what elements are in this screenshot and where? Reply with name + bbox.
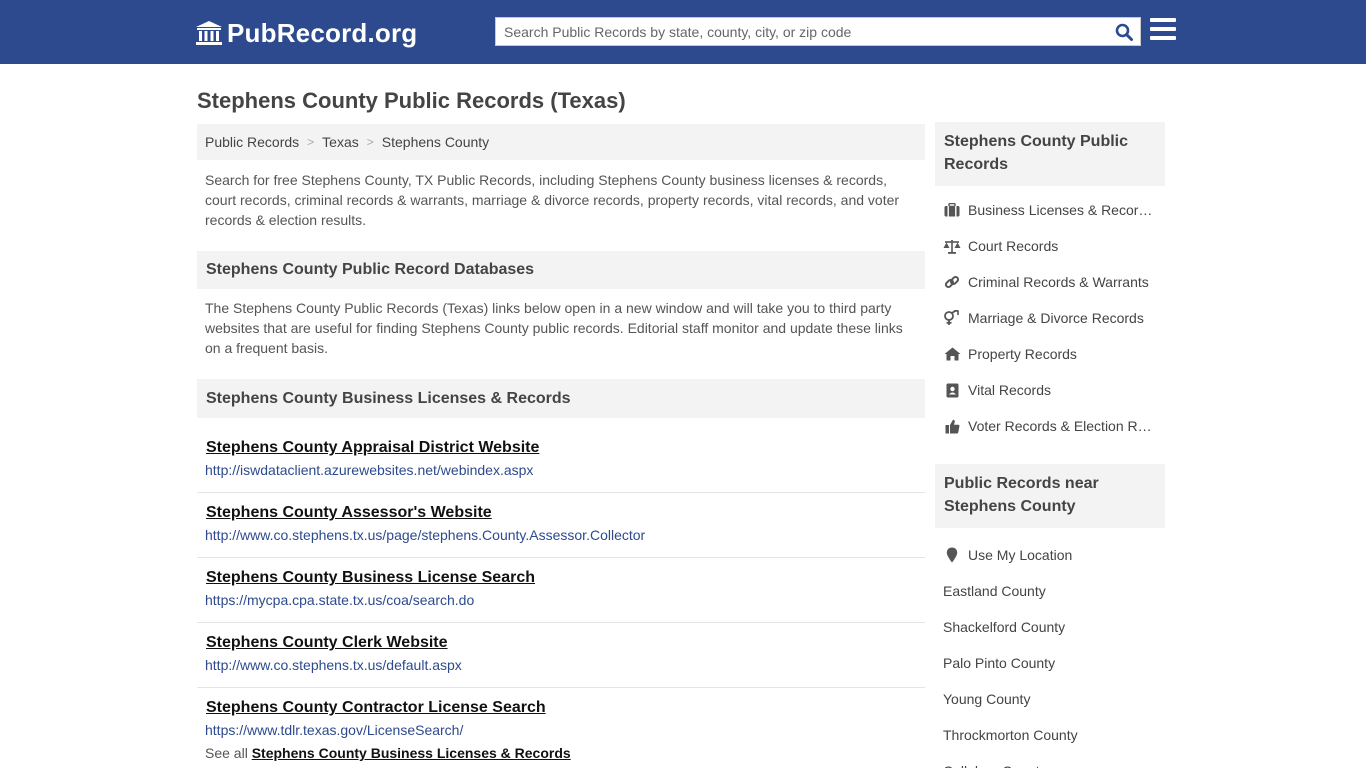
sidebar-item-label: Marriage & Divorce Records (968, 310, 1144, 326)
sidebar-item-label: Court Records (968, 238, 1059, 254)
list-item: Stephens County Clerk Website http://www… (197, 623, 925, 688)
sidebar-item-label: Criminal Records & Warrants (968, 274, 1149, 290)
map-marker-icon (943, 547, 961, 563)
breadcrumb-public-records[interactable]: Public Records (205, 134, 299, 150)
hamburger-menu-button[interactable] (1150, 18, 1176, 42)
link-icon (943, 274, 961, 290)
sidebar-item-criminal[interactable]: Criminal Records & Warrants (943, 264, 1165, 300)
sidebar-item-label: Business Licenses & Records (968, 202, 1153, 218)
site-logo[interactable]: PubRecord.org (195, 17, 417, 49)
link-url[interactable]: http://iswdataclient.azurewebsites.net/w… (205, 462, 925, 478)
scales-icon (943, 238, 961, 254)
sidebar-records-list: Business Licenses & Records Court Record… (935, 186, 1165, 444)
hamburger-icon (1150, 18, 1176, 22)
business-heading: Stephens County Business Licenses & Reco… (197, 379, 925, 418)
logo-text: PubRecord.org (227, 17, 418, 48)
breadcrumb-separator: > (307, 135, 315, 149)
search-icon (1115, 23, 1133, 41)
search-box (495, 17, 1141, 46)
sidebar-near-heading: Public Records near Stephens County (935, 464, 1165, 528)
business-links-list: Stephens County Appraisal District Websi… (197, 428, 925, 753)
list-item: Stephens County Appraisal District Websi… (197, 428, 925, 493)
near-county-link[interactable]: Shackelford County (943, 609, 1165, 645)
breadcrumb-stephens-county[interactable]: Stephens County (382, 134, 489, 150)
link-title[interactable]: Stephens County Assessor's Website (206, 502, 492, 524)
link-url[interactable]: https://mycpa.cpa.state.tx.us/coa/search… (205, 592, 925, 608)
list-item: Stephens County Assessor's Website http:… (197, 493, 925, 558)
top-navbar: PubRecord.org (0, 0, 1366, 64)
sidebar-item-court[interactable]: Court Records (943, 228, 1165, 264)
sidebar-item-business[interactable]: Business Licenses & Records (943, 192, 1165, 228)
use-my-location-link[interactable]: Use My Location (943, 537, 1165, 573)
databases-text: The Stephens County Public Records (Texa… (205, 300, 903, 356)
near-county-link[interactable]: Callahan County (943, 753, 1165, 768)
link-url[interactable]: http://www.co.stephens.tx.us/page/stephe… (205, 527, 925, 543)
see-all-prefix: See all (205, 745, 248, 761)
near-county-link[interactable]: Throckmorton County (943, 717, 1165, 753)
sidebar-item-property[interactable]: Property Records (943, 336, 1165, 372)
link-title[interactable]: Stephens County Business License Search (206, 567, 535, 589)
thumbs-up-icon (943, 418, 961, 434)
sidebar-item-marriage[interactable]: Marriage & Divorce Records (943, 300, 1165, 336)
home-icon (943, 346, 961, 362)
sidebar-near-list: Use My Location Eastland County Shackelf… (935, 528, 1165, 768)
search-input[interactable] (496, 18, 1106, 45)
near-county-link[interactable]: Palo Pinto County (943, 645, 1165, 681)
sidebar-records-heading: Stephens County Public Records (935, 122, 1165, 186)
link-title[interactable]: Stephens County Clerk Website (206, 632, 448, 654)
sidebar-item-voter[interactable]: Voter Records & Election Results (943, 408, 1165, 444)
list-item: Stephens County Contractor License Searc… (197, 688, 925, 753)
courthouse-icon (196, 21, 222, 45)
sidebar-item-label: Property Records (968, 346, 1077, 362)
briefcase-icon (943, 202, 961, 218)
see-all-link[interactable]: Stephens County Business Licenses & Reco… (252, 745, 571, 761)
link-url[interactable]: http://www.co.stephens.tx.us/default.asp… (205, 657, 925, 673)
databases-heading: Stephens County Public Record Databases (197, 251, 925, 289)
page-title: Stephens County Public Records (Texas) (197, 88, 626, 113)
sidebar-item-vital[interactable]: Vital Records (943, 372, 1165, 408)
link-title[interactable]: Stephens County Contractor License Searc… (206, 697, 546, 719)
near-county-link[interactable]: Eastland County (943, 573, 1165, 609)
search-button[interactable] (1112, 20, 1136, 44)
sidebar: Stephens County Public Records Business … (935, 122, 1165, 768)
gender-icon (943, 310, 961, 326)
breadcrumb-separator: > (366, 135, 374, 149)
sidebar-item-label: Voter Records & Election Results (968, 418, 1153, 434)
link-title[interactable]: Stephens County Appraisal District Websi… (206, 437, 539, 459)
link-url[interactable]: https://www.tdlr.texas.gov/LicenseSearch… (205, 722, 925, 738)
list-item: Stephens County Business License Search … (197, 558, 925, 623)
sidebar-item-label: Vital Records (968, 382, 1052, 398)
use-my-location-label: Use My Location (968, 547, 1073, 563)
id-card-icon (943, 382, 961, 398)
main-content: Public Records > Texas > Stephens County… (197, 124, 925, 761)
see-all-row: See all Stephens County Business License… (197, 745, 925, 761)
near-county-link[interactable]: Young County (943, 681, 1165, 717)
breadcrumb: Public Records > Texas > Stephens County (197, 124, 925, 160)
intro-text: Search for free Stephens County, TX Publ… (205, 172, 900, 228)
breadcrumb-texas[interactable]: Texas (322, 134, 359, 150)
